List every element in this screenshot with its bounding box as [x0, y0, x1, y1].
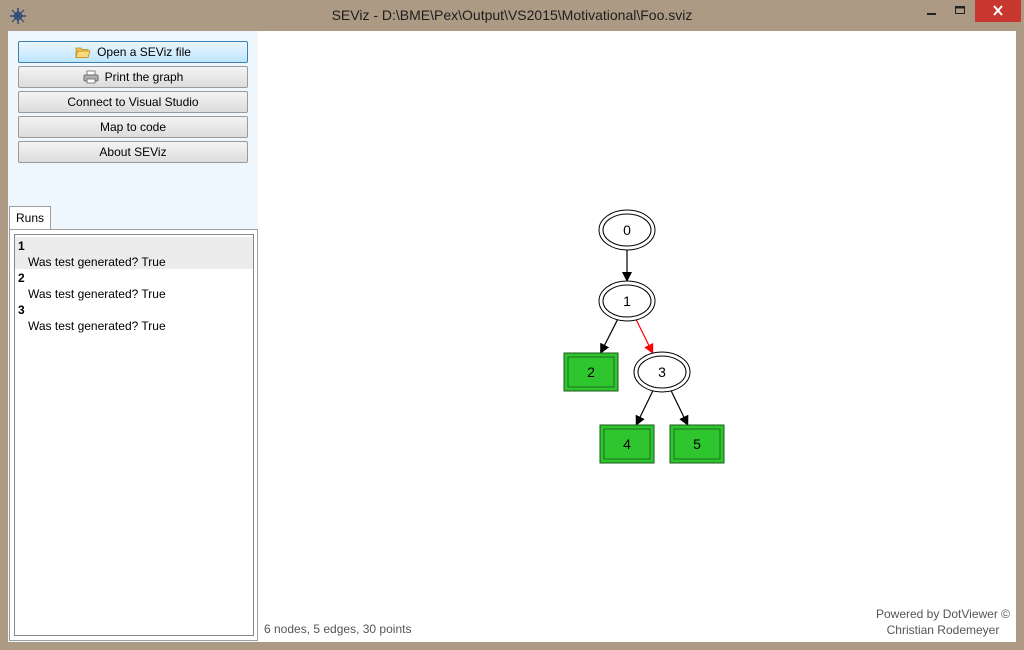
credit-line: Powered by DotViewer © [875, 607, 1010, 621]
graph-edge-3-5 [670, 390, 689, 426]
graph-node-label: 2 [587, 364, 595, 380]
graph-node-label: 0 [623, 222, 631, 238]
client-area: Open a SEViz file Print the graph Connec… [8, 31, 1016, 642]
sidebar: Open a SEViz file Print the graph Connec… [8, 31, 258, 642]
about-button[interactable]: About SEViz [18, 141, 248, 163]
minimize-button[interactable] [918, 0, 946, 22]
maximize-button[interactable] [946, 0, 974, 22]
map-to-code-label: Map to code [99, 120, 167, 134]
graph-node-label: 5 [693, 436, 701, 452]
open-file-label: Open a SEViz file [97, 45, 191, 59]
about-label: About SEViz [99, 145, 167, 159]
graph-edge-1-2 [600, 319, 619, 354]
graph-node-2[interactable]: 2 [563, 352, 619, 392]
map-to-code-button[interactable]: Map to code [18, 116, 248, 138]
tab-runs[interactable]: Runs [9, 206, 51, 230]
run-description: Was test generated? True [28, 255, 166, 269]
print-graph-label: Print the graph [104, 70, 184, 84]
title-bar[interactable]: SEViz - D:\BME\Pex\Output\VS2015\Motivat… [0, 0, 1024, 31]
graph-edge-1-3 [635, 319, 654, 355]
credits: Powered by DotViewer © Christian Rodemey… [876, 606, 1010, 638]
run-number: 3 [18, 303, 25, 317]
runs-list[interactable]: 1 Was test generated? True 2 Was test ge… [14, 234, 254, 636]
run-description: Was test generated? True [28, 287, 166, 301]
window-title: SEViz - D:\BME\Pex\Output\VS2015\Motivat… [331, 7, 693, 23]
graph-node-0[interactable]: 0 [598, 209, 656, 251]
runs-tab-panel: 1 Was test generated? True 2 Was test ge… [9, 229, 258, 641]
print-graph-button[interactable]: Print the graph [18, 66, 248, 88]
run-description: Was test generated? True [28, 319, 166, 333]
graph-canvas[interactable]: 0 1 2 3 4 5 6 nodes, 5 edges, 30 points Power… [258, 31, 1016, 642]
connect-visual-studio-button[interactable]: Connect to Visual Studio [18, 91, 248, 113]
connect-visual-studio-label: Connect to Visual Studio [67, 95, 199, 109]
graph-edge-3-4 [635, 390, 654, 426]
run-number: 1 [18, 239, 25, 253]
run-item[interactable]: 2 Was test generated? True [15, 269, 253, 301]
graph-node-label: 3 [658, 364, 666, 380]
execution-graph[interactable]: 0 1 2 3 4 5 [258, 31, 1016, 642]
close-button[interactable] [975, 0, 1021, 22]
minimize-icon [927, 13, 936, 15]
run-item[interactable]: 1 Was test generated? True [15, 237, 253, 269]
graph-node-label: 4 [623, 436, 631, 452]
credit-author: Christian Rodemeyer [886, 623, 1000, 637]
run-item[interactable]: 3 Was test generated? True [15, 301, 253, 333]
close-icon [993, 5, 1003, 16]
printer-icon [83, 70, 99, 84]
graph-node-4[interactable]: 4 [599, 424, 655, 464]
open-file-button[interactable]: Open a SEViz file [18, 41, 248, 63]
graph-node-5[interactable]: 5 [669, 424, 725, 464]
maximize-icon [955, 6, 965, 14]
run-number: 2 [18, 271, 25, 285]
folder-icon [75, 47, 91, 58]
graph-node-1[interactable]: 1 [598, 280, 656, 322]
graph-summary: 6 nodes, 5 edges, 30 points [264, 622, 412, 636]
app-window: SEViz - D:\BME\Pex\Output\VS2015\Motivat… [0, 0, 1024, 650]
graph-node-label: 1 [623, 293, 631, 309]
graph-node-3[interactable]: 3 [633, 351, 691, 393]
